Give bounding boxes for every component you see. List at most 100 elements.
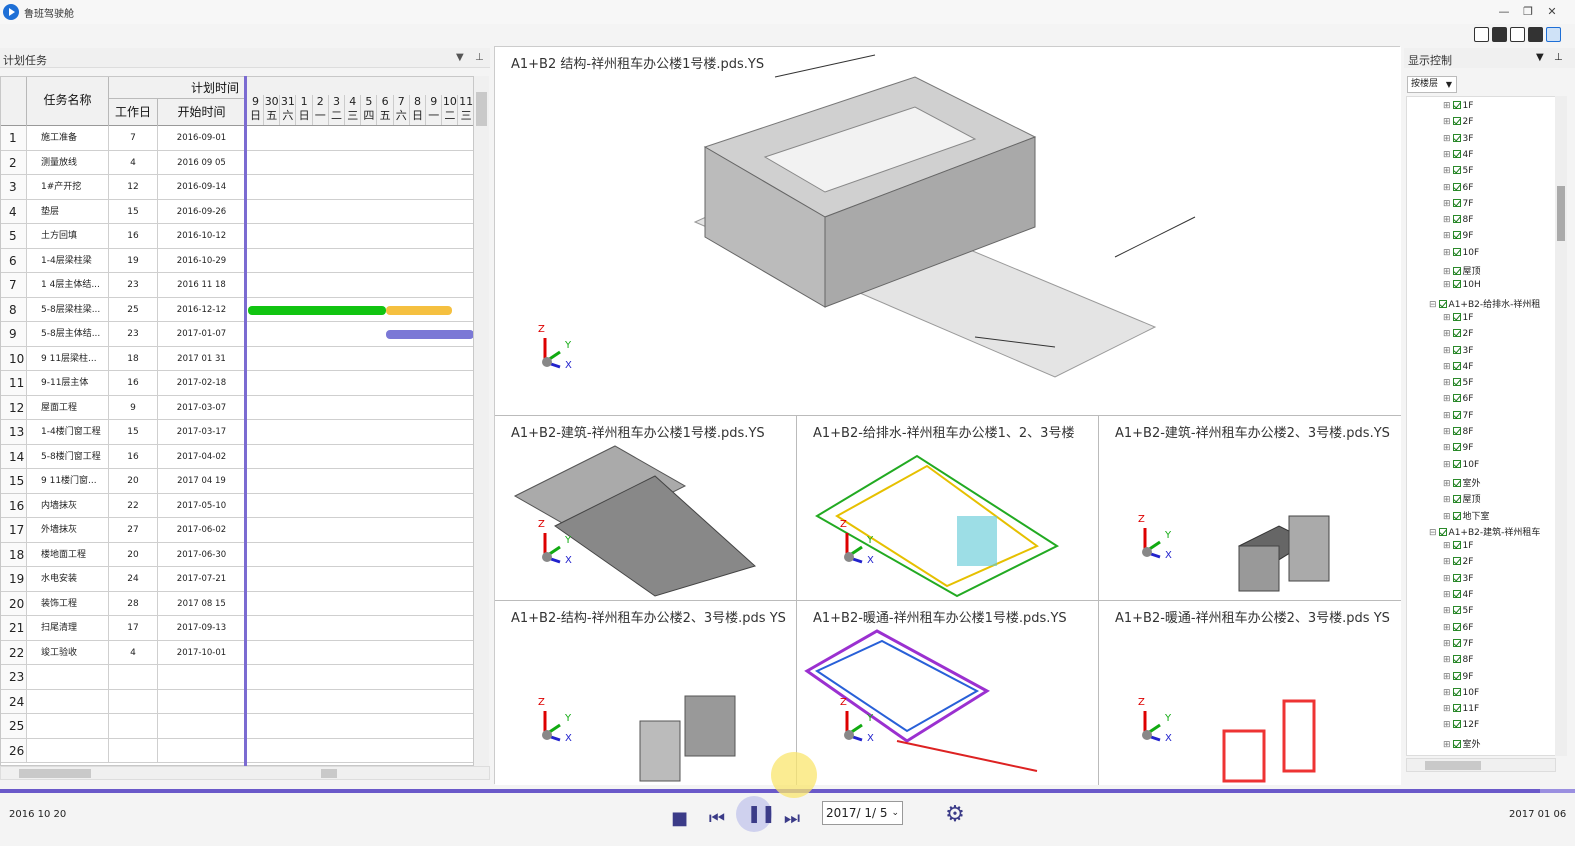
expand-icon[interactable]: ⊞ (1443, 117, 1451, 127)
checkbox[interactable] (1452, 557, 1461, 566)
table-row[interactable]: 26 (1, 738, 473, 763)
table-row[interactable]: 21 扫尾清理 17 2017-09-13 (1, 616, 473, 641)
tree-item[interactable]: ⊞ 2F (1443, 329, 1473, 339)
table-row[interactable]: 6 1-4层梁柱梁 19 2016-10-29 (1, 248, 473, 273)
tree-item[interactable]: ⊞ 7F (1443, 638, 1473, 649)
duration-header[interactable]: 工作日 (109, 99, 158, 126)
expand-icon[interactable]: ⊞ (1443, 329, 1451, 339)
minimize-icon[interactable]: — (1494, 4, 1514, 20)
scroll-thumb[interactable] (1425, 761, 1481, 770)
panel-dropdown-icon[interactable]: ▼ (456, 52, 464, 63)
expand-icon[interactable]: ⊞ (1443, 541, 1451, 551)
expand-icon[interactable]: ⊞ (1443, 313, 1451, 323)
tree-item[interactable]: ⊞ 屋顶 (1443, 264, 1481, 277)
restore-icon[interactable]: ❐ (1518, 4, 1538, 20)
tree-item[interactable]: ⊞ 室外 (1443, 737, 1481, 750)
table-row[interactable]: 20 装饰工程 28 2017 08 15 (1, 591, 473, 616)
grid-horizontal-scrollbar[interactable] (0, 766, 490, 780)
expand-icon[interactable]: ⊞ (1443, 134, 1451, 144)
expand-icon[interactable]: ⊞ (1443, 362, 1451, 372)
pause-button[interactable]: ❚❚ (736, 796, 776, 832)
tree-item[interactable]: ⊞ 1F (1443, 312, 1473, 323)
model-pane-6[interactable]: A1+B2-暖通-祥州租车办公楼2、3号楼.pds YS (1099, 601, 1401, 785)
expand-icon[interactable]: ⊞ (1443, 639, 1451, 649)
layer-mode-select[interactable]: 按楼层 ▼ (1407, 76, 1457, 93)
tree-item[interactable]: ⊞ 11F (1443, 704, 1479, 714)
checkbox[interactable] (1452, 247, 1461, 256)
tree-item[interactable]: ⊞ 8F (1443, 215, 1473, 225)
checkbox[interactable] (1452, 622, 1461, 631)
table-row[interactable]: 16 内墙抹灰 22 2017-05-10 (1, 493, 473, 518)
checkbox[interactable] (1452, 329, 1461, 338)
close-icon[interactable]: ✕ (1542, 4, 1562, 20)
checkbox[interactable] (1452, 231, 1461, 240)
expand-icon[interactable]: ⊞ (1443, 346, 1451, 356)
tree-item[interactable]: ⊞ 2F (1443, 117, 1473, 127)
pin-icon[interactable]: ⊥ (475, 52, 484, 63)
checkbox[interactable] (1452, 655, 1461, 664)
tree-item[interactable]: ⊞ 8F (1443, 427, 1473, 437)
layout-split-icon[interactable] (1510, 27, 1525, 42)
layers-icon[interactable] (1546, 27, 1561, 42)
start-date-header[interactable]: 开始时间 (158, 99, 246, 126)
tree-item[interactable]: ⊟ A1+B2-建筑-祥州租车 (1429, 525, 1540, 538)
layout-single-icon[interactable] (1474, 27, 1489, 42)
checkbox[interactable] (1452, 133, 1461, 142)
previous-button[interactable]: ⏮ (703, 808, 731, 829)
checkbox[interactable] (1452, 215, 1461, 224)
checkbox[interactable] (1452, 280, 1461, 289)
checkbox[interactable] (1452, 704, 1461, 713)
table-row[interactable]: 10 9 11层梁柱... 18 2017 01 31 (1, 346, 473, 371)
model-pane-2[interactable]: A1+B2-给排水-祥州租车办公楼1、2、3号楼 (797, 416, 1098, 600)
panel-dropdown-icon[interactable]: ▼ (1536, 52, 1544, 63)
tree-item[interactable]: ⊞ 10F (1443, 247, 1479, 258)
expand-icon[interactable]: ⊞ (1443, 427, 1451, 437)
checkbox[interactable] (1452, 638, 1461, 647)
checkbox[interactable] (1452, 478, 1461, 487)
expand-icon[interactable]: ⊞ (1443, 740, 1451, 750)
tree-item[interactable]: ⊞ 7F (1443, 410, 1473, 421)
tree-item[interactable]: ⊞ 2F (1443, 557, 1473, 567)
tree-item[interactable]: ⊞ 10H (1443, 280, 1481, 290)
checkbox[interactable] (1452, 720, 1461, 729)
tree-item[interactable]: ⊞ 12F (1443, 720, 1479, 730)
checkbox[interactable] (1452, 267, 1461, 275)
checkbox[interactable] (1452, 606, 1461, 615)
checkbox[interactable] (1452, 459, 1461, 468)
model-pane-4[interactable]: A1+B2-结构-祥州租车办公楼2、3号楼.pds YS (495, 601, 796, 785)
table-row[interactable]: 15 9 11楼门窗... 20 2017 04 19 (1, 469, 473, 494)
tree-item[interactable]: ⊞ 4F (1443, 361, 1473, 372)
table-row[interactable]: 22 竣工验收 4 2017-10-01 (1, 640, 473, 665)
gantt-bar-planned[interactable] (386, 330, 473, 339)
table-row[interactable]: 19 水电安装 24 2017-07-21 (1, 567, 473, 592)
layout-quad-icon[interactable] (1492, 27, 1507, 42)
table-row[interactable]: 24 (1, 689, 473, 714)
tree-item[interactable]: ⊞ 室外 (1443, 476, 1481, 489)
gantt-bar-complete[interactable] (248, 305, 386, 315)
table-row[interactable]: 13 1-4楼门窗工程 15 2017-03-17 (1, 420, 473, 445)
checkbox[interactable] (1452, 149, 1461, 158)
checkbox[interactable] (1452, 394, 1461, 403)
expand-icon[interactable]: ⊞ (1443, 215, 1451, 225)
tree-vertical-scrollbar[interactable] (1555, 96, 1567, 756)
tree-item[interactable]: ⊞ 5F (1443, 606, 1473, 616)
expand-icon[interactable]: ⊞ (1443, 443, 1451, 453)
expand-icon[interactable]: ⊞ (1443, 411, 1451, 421)
tree-item[interactable]: ⊞ 1F (1443, 101, 1473, 111)
expand-icon[interactable]: ⊞ (1443, 574, 1451, 584)
tree-item[interactable]: ⊞ 3F (1443, 345, 1473, 356)
grid-vertical-scrollbar[interactable] (474, 76, 489, 766)
collapse-icon[interactable]: ⊟ (1429, 528, 1437, 538)
tree-item[interactable]: ⊞ 1F (1443, 541, 1473, 551)
table-row[interactable]: 12 屋面工程 9 2017-03-07 (1, 395, 473, 420)
expand-icon[interactable]: ⊞ (1443, 704, 1451, 714)
tree-item[interactable]: ⊞ 4F (1443, 149, 1473, 160)
table-row[interactable]: 4 垫层 15 2016-09-26 (1, 199, 473, 224)
expand-icon[interactable]: ⊞ (1443, 720, 1451, 730)
next-button[interactable]: ⏭ (778, 808, 806, 829)
table-row[interactable]: 25 (1, 714, 473, 739)
checkbox[interactable] (1452, 739, 1461, 748)
checkbox[interactable] (1452, 312, 1461, 321)
tree-item[interactable]: ⊟ A1+B2-给排水-祥州租 (1429, 297, 1540, 310)
tree-item[interactable]: ⊞ 5F (1443, 166, 1473, 176)
